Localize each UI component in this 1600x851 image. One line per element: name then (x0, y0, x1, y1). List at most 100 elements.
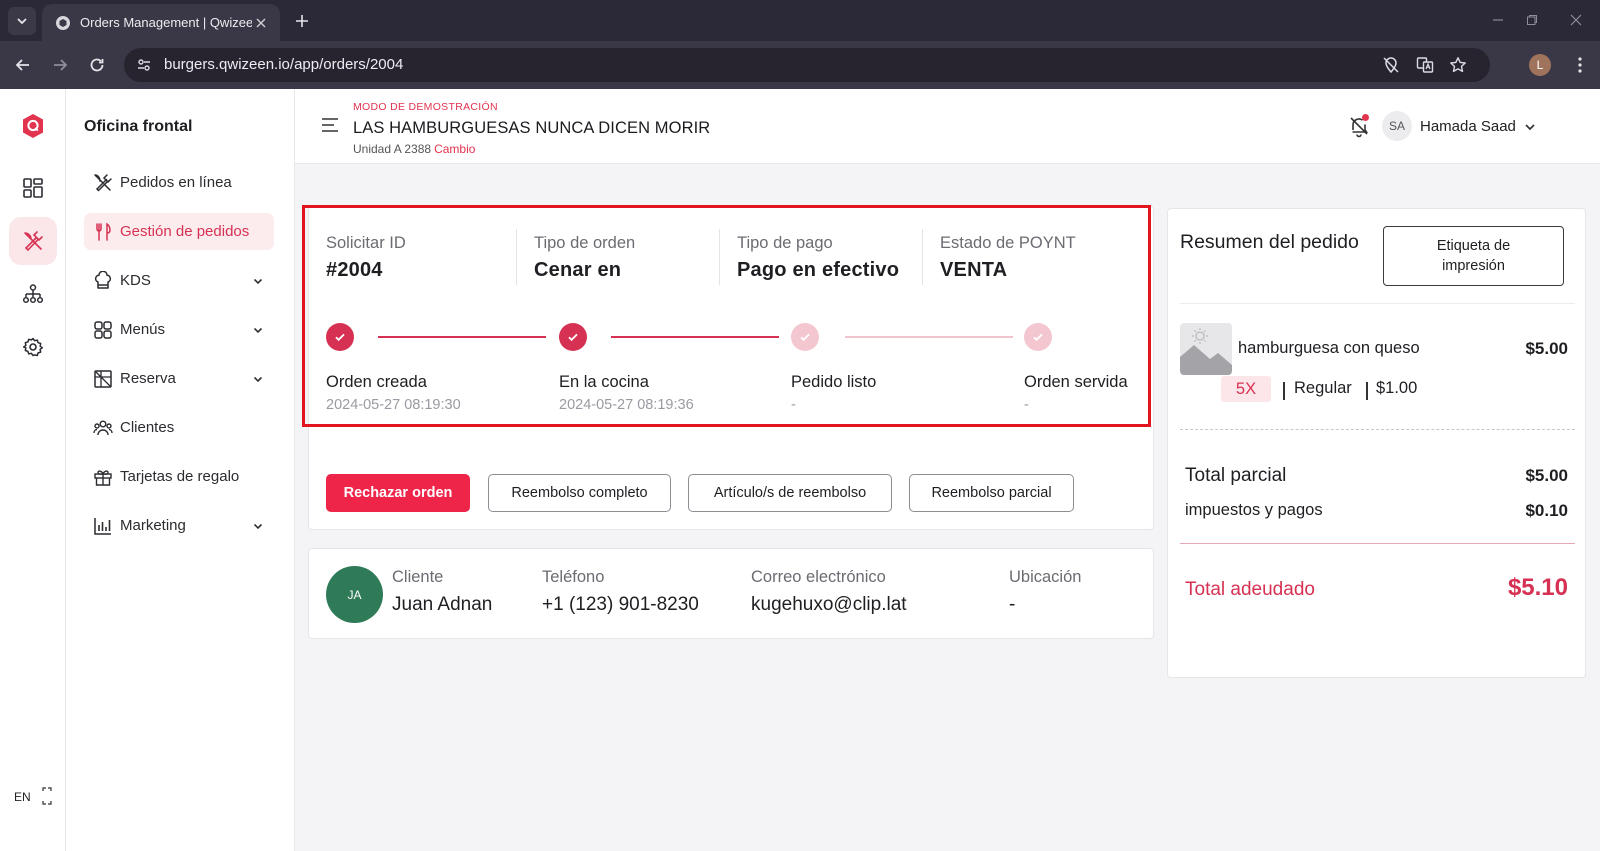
window-close-button[interactable] (1564, 8, 1588, 32)
org-chart-icon (22, 284, 44, 304)
sidebar-item-online-orders[interactable]: Pedidos en línea (84, 164, 274, 201)
sidebar-item-label: Marketing (120, 517, 186, 534)
forward-button[interactable] (47, 52, 73, 78)
customer-avatar: JA (326, 566, 383, 623)
close-icon (1570, 14, 1582, 26)
chevron-down-icon[interactable] (250, 518, 266, 534)
customer-location-value: - (1009, 594, 1016, 615)
utensils-icon (24, 231, 43, 252)
rail-settings[interactable] (9, 323, 57, 371)
fork-knife-icon (92, 172, 114, 194)
step-connector (611, 336, 779, 338)
customer-email-label: Correo electrónico (751, 568, 886, 586)
chevron-down-icon[interactable] (1522, 119, 1538, 135)
summary-dashed-divider (1180, 429, 1575, 430)
demo-mode-label: MODO DE DEMOSTRACIÓN (353, 101, 498, 113)
sidebar-item-menus[interactable]: Menús (84, 311, 274, 348)
sidebar-item-reservation[interactable]: Reserva (84, 360, 274, 397)
chevron-down-icon[interactable] (250, 371, 266, 387)
sidebar-item-order-management[interactable]: Gestión de pedidos (84, 213, 274, 250)
sidebar-item-label: Reserva (120, 370, 176, 387)
sidebar-item-label: Clientes (120, 419, 175, 436)
step-time: - (1024, 397, 1029, 413)
full-refund-button[interactable]: Reembolso completo (488, 474, 671, 512)
print-label-button[interactable]: Etiqueta de impresión (1383, 226, 1564, 286)
browser-tab[interactable]: Orders Management | Qwizeen (42, 4, 280, 41)
tab-search-button[interactable] (8, 7, 36, 35)
item-refund-button[interactable]: Artículo/s de reembolso (688, 474, 892, 512)
poynt-status-label: Estado de POYNT (940, 234, 1076, 252)
step-title: En la cocina (559, 373, 649, 391)
sidebar-item-label: KDS (120, 272, 151, 289)
user-name[interactable]: Hamada Saad (1420, 118, 1516, 135)
rail-dashboard[interactable] (9, 164, 57, 212)
reload-button[interactable] (84, 52, 110, 78)
qwizeen-logo-icon[interactable] (21, 113, 45, 139)
step-connector (845, 336, 1013, 338)
site-settings-icon[interactable] (132, 53, 156, 77)
restore-button[interactable] (1520, 8, 1544, 32)
customer-location-label: Ubicación (1009, 568, 1082, 586)
order-id-label: Solicitar ID (326, 234, 406, 252)
language-switcher[interactable]: EN (8, 785, 54, 809)
sidebar-item-kds[interactable]: KDS (84, 262, 274, 299)
sidebar-item-customers[interactable]: Clientes (84, 409, 274, 446)
unit-line: Unidad A 2388 Cambio (353, 142, 475, 156)
sidebar-item-marketing[interactable]: Marketing (84, 507, 274, 544)
total-due-value: $5.10 (1507, 574, 1568, 601)
poynt-status-field: Estado de POYNT VENTA (922, 229, 1152, 285)
rail-orders[interactable] (9, 217, 57, 265)
change-unit-link[interactable]: Cambio (434, 142, 475, 156)
chevron-down-icon[interactable] (250, 273, 266, 289)
address-bar[interactable]: burgers.qwizeen.io/app/orders/2004 (124, 48, 1490, 82)
arrow-left-icon (15, 59, 29, 71)
summary-divider (1180, 303, 1575, 304)
step-check-icon (326, 323, 354, 351)
grid-icon (92, 319, 114, 341)
new-tab-button[interactable] (290, 9, 314, 33)
item-quantity-badge: 5X (1221, 376, 1271, 402)
notifications-button[interactable] (1347, 114, 1371, 138)
partial-refund-button[interactable]: Reembolso parcial (909, 474, 1074, 512)
summary-title: Resumen del pedido (1180, 231, 1359, 253)
separator (1283, 382, 1285, 400)
minimize-button[interactable] (1486, 8, 1510, 32)
step-check-icon (791, 323, 819, 351)
user-avatar[interactable]: SA (1382, 111, 1412, 141)
sidebar-item-gift-cards[interactable]: Tarjetas de regalo (84, 458, 274, 495)
back-button[interactable] (10, 52, 36, 78)
sidebar-item-label: Pedidos en línea (120, 174, 232, 191)
gear-icon (22, 337, 44, 357)
customer-name-label: Cliente (392, 568, 444, 586)
reject-order-button[interactable]: Rechazar orden (326, 474, 470, 512)
rail-organization[interactable] (9, 270, 57, 318)
customer-email-value: kugehuxo@clip.lat (751, 594, 907, 615)
chevron-down-icon[interactable] (250, 322, 266, 338)
translate-icon[interactable] (1414, 54, 1436, 76)
hamburger-menu-button[interactable] (319, 114, 341, 136)
hamburger-icon (322, 118, 338, 132)
url-text[interactable]: burgers.qwizeen.io/app/orders/2004 (164, 56, 403, 73)
chef-hat-icon (92, 270, 114, 292)
summary-divider (1180, 543, 1575, 544)
step-time: 2024-05-27 08:19:36 (559, 397, 694, 413)
close-icon[interactable] (252, 14, 270, 32)
location-off-icon[interactable] (1380, 54, 1402, 76)
browser-toolbar: burgers.qwizeen.io/app/orders/2004 L (0, 41, 1600, 89)
sidebar-title: Oficina frontal (84, 118, 193, 135)
sidebar-item-label: Gestión de pedidos (120, 223, 250, 240)
browser-menu-button[interactable] (1568, 53, 1592, 77)
step-title: Pedido listo (791, 373, 877, 391)
payment-type-field: Tipo de pago Pago en efectivo (719, 229, 922, 285)
store-name: LAS HAMBURGUESAS NUNCA DICEN MORIR (353, 119, 711, 137)
item-variant-price: $1.00 (1376, 379, 1418, 397)
image-placeholder-icon (1180, 323, 1232, 375)
total-due-label: Total adeudado (1185, 579, 1315, 600)
bar-chart-icon (92, 515, 114, 537)
gift-icon (92, 466, 114, 488)
star-icon[interactable] (1447, 54, 1469, 76)
item-name: hamburguesa con queso (1238, 339, 1420, 357)
users-icon (92, 417, 114, 439)
profile-avatar[interactable]: L (1529, 54, 1551, 76)
tab-title: Orders Management | Qwizeen (80, 15, 252, 30)
